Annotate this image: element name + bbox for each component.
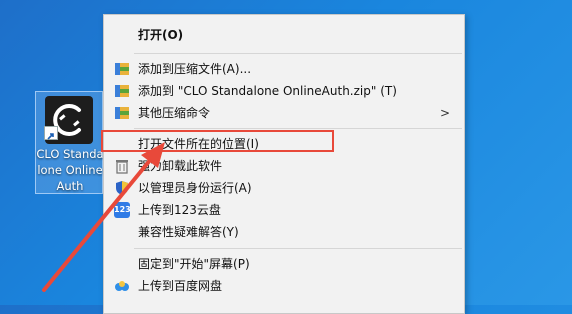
annotation-arrow: [42, 142, 165, 292]
